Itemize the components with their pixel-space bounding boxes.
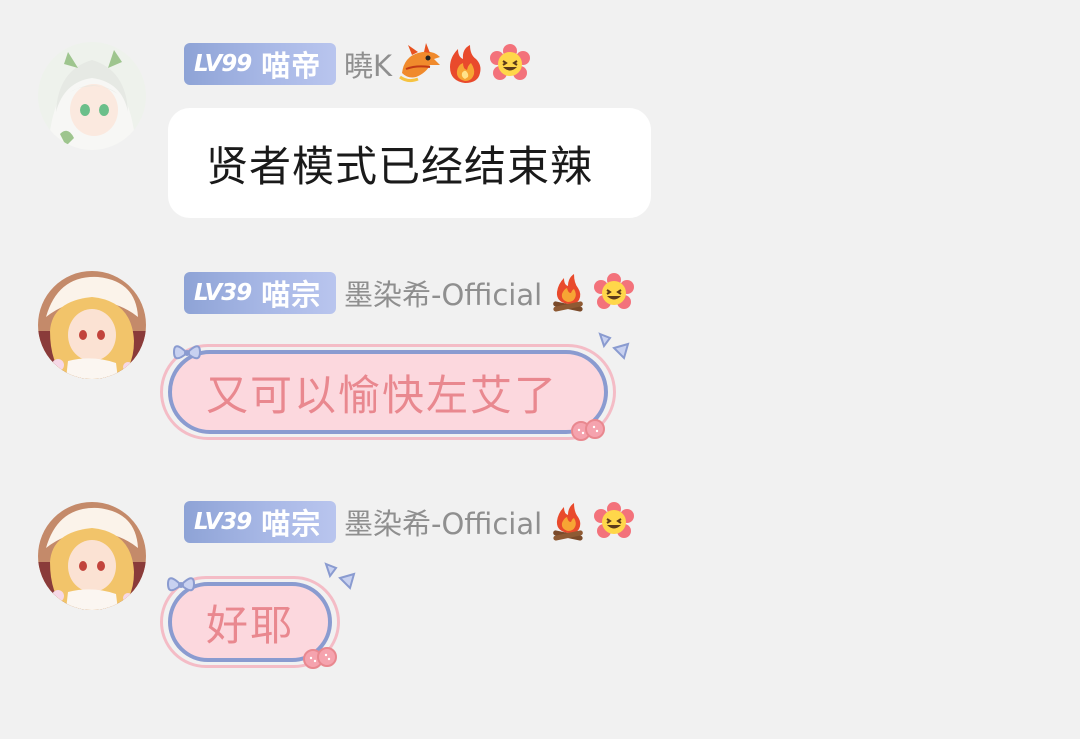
user-icons (548, 272, 635, 314)
grinning-flower-icon (594, 273, 635, 313)
dragon-icon (398, 43, 444, 85)
strawberry-decoration-icon (570, 418, 606, 446)
sparkle-decoration-icon (324, 562, 358, 600)
message-header: LV99 喵帝 曉K (184, 42, 531, 86)
campfire-icon (548, 272, 588, 314)
bow-decoration-icon (164, 570, 198, 604)
message-bubble[interactable]: 又可以愉快左艾了 (160, 332, 630, 441)
message-bubble[interactable]: 好耶 (160, 562, 356, 669)
level-badge: LV99 喵帝 (184, 43, 336, 85)
grinning-flower-icon (490, 44, 531, 84)
avatar[interactable] (38, 502, 146, 610)
message-bubble[interactable]: 贤者模式已经结束辣 (168, 108, 651, 218)
campfire-icon (548, 501, 588, 543)
username[interactable]: 墨染希-Official (344, 272, 542, 314)
message-header: LV39 喵宗 墨染希-Official (184, 271, 635, 315)
username[interactable]: 曉K (344, 43, 392, 85)
level-label: LV39 (194, 509, 252, 535)
level-badge: LV39 喵宗 (184, 501, 336, 543)
level-label: LV39 (194, 280, 252, 306)
fire-icon (444, 43, 486, 85)
avatar[interactable] (38, 271, 146, 379)
message-text: 好耶 (206, 600, 295, 650)
message-text: 又可以愉快左艾了 (206, 370, 559, 420)
username[interactable]: 墨染希-Official (344, 501, 542, 543)
rank-title: 喵宗 (261, 507, 322, 541)
bow-decoration-icon (170, 338, 204, 372)
user-icons (398, 43, 531, 85)
message-header: LV39 喵宗 墨染希-Official (184, 500, 635, 544)
user-icons (548, 501, 635, 543)
sparkle-decoration-icon (598, 332, 632, 370)
level-badge: LV39 喵宗 (184, 272, 336, 314)
level-label: LV99 (194, 51, 252, 77)
avatar[interactable] (38, 42, 146, 150)
strawberry-decoration-icon (302, 646, 338, 674)
message-text: 贤者模式已经结束辣 (206, 141, 594, 191)
rank-title: 喵宗 (261, 278, 322, 312)
grinning-flower-icon (594, 502, 635, 542)
rank-title: 喵帝 (261, 49, 322, 83)
